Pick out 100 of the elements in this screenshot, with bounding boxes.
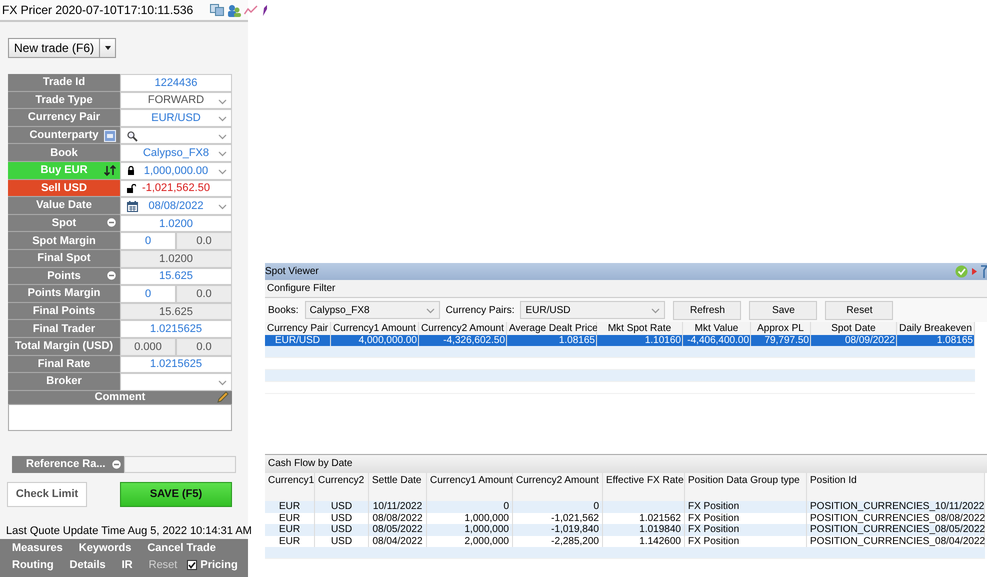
form-label: Spot (8, 214, 120, 232)
table-cell: FX Position (685, 501, 807, 512)
check-circle-icon (955, 265, 968, 278)
value-field[interactable]: 1,000,000.00 (120, 162, 232, 179)
pencil-icon (217, 390, 229, 403)
chevron-down-icon (426, 307, 435, 314)
column-header[interactable]: Currency Pair (265, 322, 331, 335)
minus-circle-icon (107, 270, 116, 280)
checkbox[interactable] (187, 560, 198, 570)
chevron-down-icon (651, 307, 660, 314)
filter-button[interactable]: Reset (825, 300, 894, 320)
value-field[interactable] (120, 126, 232, 144)
column-header[interactable]: Mkt Spot Rate (597, 322, 683, 335)
table-cell: 1.019840 (603, 524, 685, 536)
form-label: Total Margin (USD) (8, 338, 120, 356)
chevron-down-icon (218, 150, 227, 158)
form-label: Final Rate (8, 356, 120, 374)
currency-pairs-dropdown[interactable]: EUR/USD (520, 301, 666, 319)
value-field[interactable]: -1,021,562.50 (120, 180, 232, 196)
window-title: FX Pricer 2020-07-10T17:10:11.536 (2, 3, 194, 17)
form-label: Points (8, 268, 120, 286)
menu-item[interactable]: IR (122, 559, 133, 572)
menu-item[interactable]: Pricing (200, 559, 238, 572)
form-label: Points Margin (8, 285, 120, 303)
value-field[interactable]: EUR/USD (120, 109, 232, 126)
form-label: Book (8, 144, 120, 162)
table-cell: 1.08165 (507, 335, 597, 346)
dropdown-button[interactable] (100, 38, 116, 58)
value-field[interactable]: 0 (120, 232, 176, 249)
menu-item[interactable]: Details (70, 559, 106, 572)
value-field[interactable]: 1.0200 (120, 214, 232, 232)
form-label: Final Spot (8, 250, 120, 268)
value-field[interactable]: 1224436 (120, 74, 232, 91)
value-field[interactable]: 0.000 (120, 338, 176, 354)
menu-item[interactable]: Cancel Trade (147, 542, 216, 554)
chevron-down-icon (218, 115, 227, 122)
value-field[interactable]: 08/08/2022 (120, 197, 232, 214)
value-field[interactable]: 1.0215625 (120, 356, 232, 372)
value-field[interactable]: 1.0200 (120, 250, 232, 267)
column-header[interactable]: Currency2 Amount (513, 473, 603, 501)
column-header[interactable]: Position Data Group type (685, 473, 807, 501)
column-header[interactable]: Spot Date (811, 322, 897, 335)
menu-item[interactable]: Keywords (78, 542, 132, 554)
column-header[interactable]: Currency1 (265, 473, 315, 501)
table-cell: -1,019,840 (513, 524, 603, 536)
value-field[interactable]: 0.0 (176, 285, 232, 302)
chevron-down-icon (218, 98, 227, 105)
card-icon (104, 130, 116, 142)
value-field[interactable]: 15.625 (120, 302, 232, 320)
form-label: Trade Type (8, 92, 120, 110)
calendar-icon (127, 201, 138, 212)
table-cell: 10/11/2022 (369, 501, 427, 512)
books-dropdown[interactable]: Calypso_FX8 (304, 301, 440, 319)
chevron-down-icon (218, 168, 227, 175)
caret-icon (104, 46, 110, 50)
reference-rate-field[interactable] (124, 456, 236, 473)
column-header[interactable]: Effective FX Rate (603, 473, 685, 501)
column-header[interactable]: Average Dealt Price (507, 322, 597, 335)
value-field[interactable]: 0 (120, 285, 176, 302)
column-header[interactable]: Currency1 Amount (427, 473, 513, 501)
column-header[interactable]: Daily Breakeven (897, 322, 975, 335)
table-cell: USD (315, 501, 369, 512)
table-cell: 4,000,000.00 (331, 335, 419, 346)
filter-button[interactable]: Save (749, 300, 818, 320)
form-label: Trade Id (8, 74, 120, 92)
column-header[interactable]: Currency1 Amount (331, 322, 419, 335)
copy-icon (210, 4, 224, 16)
people-icon (227, 4, 242, 16)
column-header[interactable]: Position Id (807, 473, 985, 501)
menu-item[interactable]: Routing (12, 559, 54, 572)
value-field[interactable]: FORWARD (120, 92, 232, 108)
chevron-down-icon (218, 379, 227, 386)
value-field[interactable] (120, 373, 232, 390)
table-cell: EUR/USD (265, 335, 331, 346)
column-header[interactable]: Currency2 (315, 473, 369, 501)
column-header[interactable]: Mkt Value (683, 322, 751, 335)
menu-item[interactable]: Measures (12, 542, 63, 554)
new-trade-button[interactable]: New trade (F6) (8, 38, 100, 58)
column-header[interactable]: Currency2 Amount (419, 322, 507, 335)
column-header[interactable]: Approx PL (751, 322, 811, 335)
value-field[interactable]: 15.625 (120, 268, 232, 284)
comment-field[interactable] (8, 404, 232, 431)
value-field[interactable]: 0.0 (176, 232, 232, 249)
search-icon (127, 130, 138, 142)
table-cell: EUR (265, 501, 315, 512)
table-cell: EUR (265, 524, 315, 536)
form-label: Value Date (8, 197, 120, 215)
column-header[interactable]: Settle Date (369, 473, 427, 501)
form-label: Final Points (8, 302, 120, 320)
comment-header: Comment (8, 390, 232, 404)
form-label: Counterparty (8, 126, 120, 144)
section-label: Configure Filter (265, 280, 987, 298)
form-label: Spot Margin (8, 232, 120, 250)
filter-button[interactable]: Refresh (673, 300, 742, 320)
table-cell: POSITION_CURRENCIES_08/05/2022 (807, 524, 985, 536)
save-button[interactable]: SAVE (F5) (120, 482, 232, 507)
check-limit-button[interactable]: Check Limit (7, 482, 87, 507)
value-field[interactable]: 1.0215625 (120, 320, 232, 337)
value-field[interactable]: Calypso_FX8 (120, 144, 232, 161)
value-field[interactable]: 0.0 (176, 338, 232, 354)
